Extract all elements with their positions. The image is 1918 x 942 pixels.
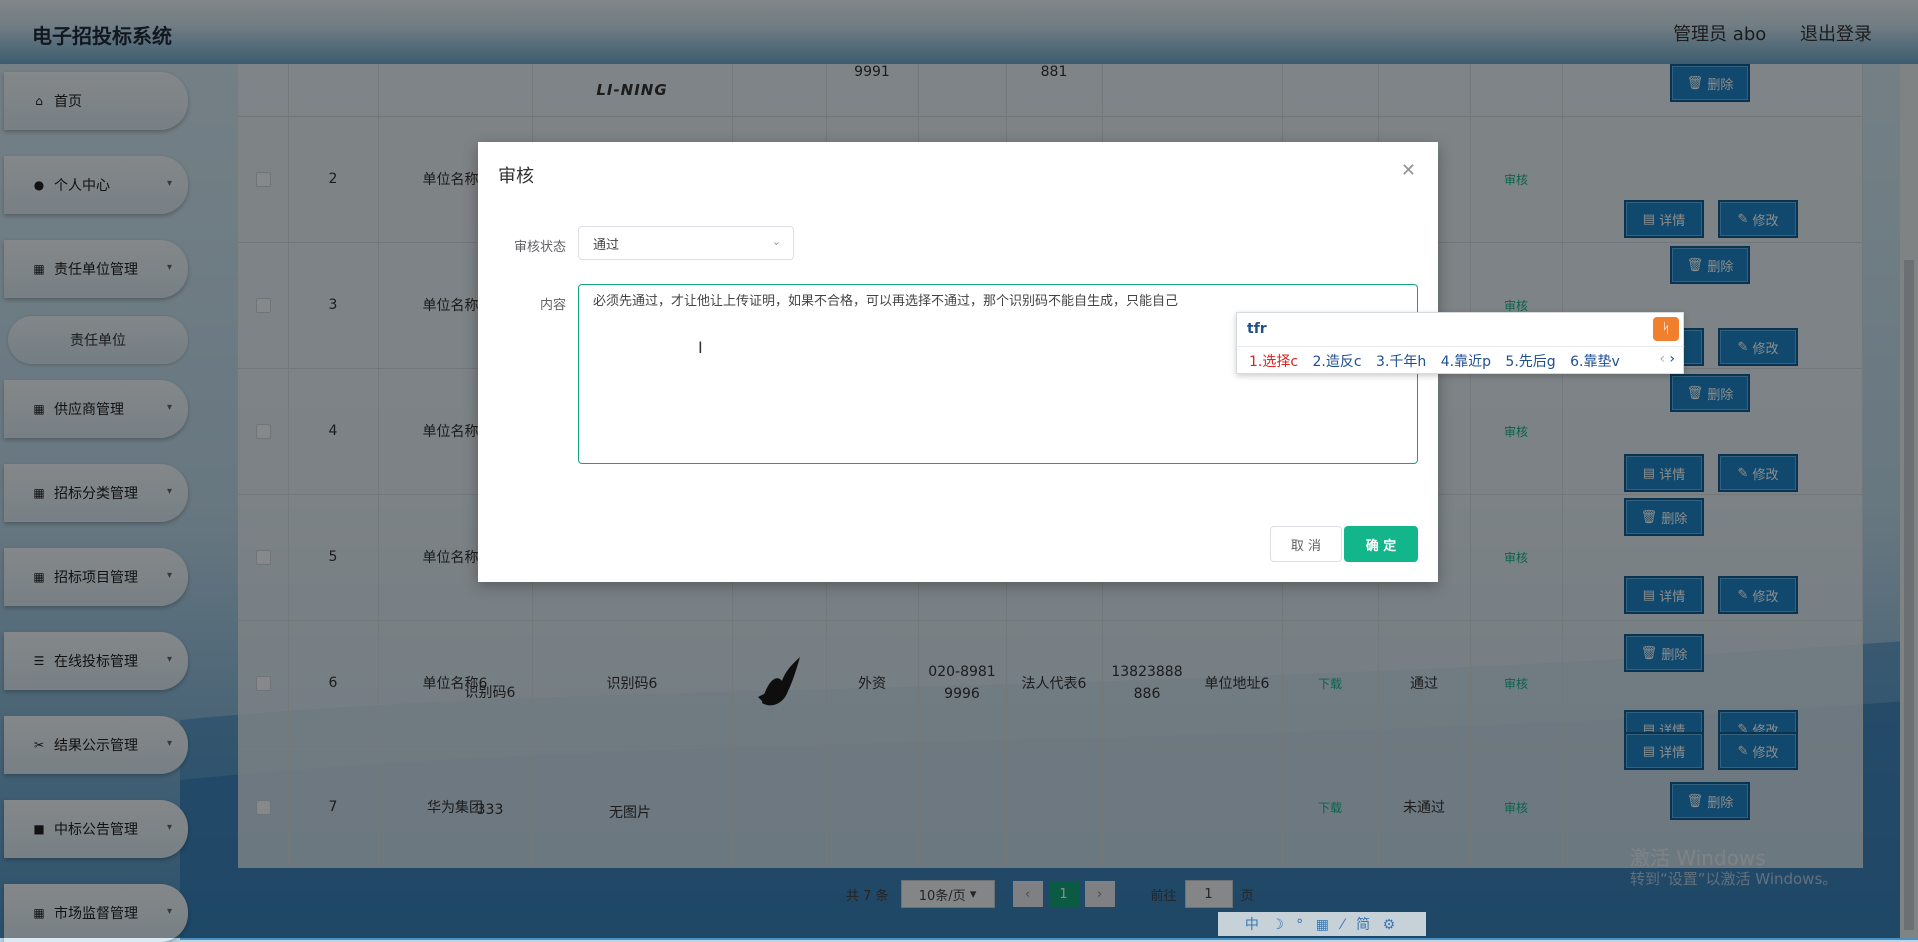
ime-toolbar[interactable]: 中 ☽ ° ▦ ⁄ 简 ⚙ [1218,912,1426,936]
content-label: 内容 [539,298,566,313]
ime-page-arrows[interactable]: ‹ › [1659,351,1675,367]
ime-candidate-popup: tfr ᛋ 1.选择c 2.造反c 3.千年h 4.靠近p 5.先后g 6.靠垫… [1236,312,1684,374]
ime-candidate[interactable]: 2.造反c [1313,354,1362,370]
chevron-left-icon[interactable]: ‹ [1659,351,1665,367]
confirm-button[interactable]: 确 定 [1344,526,1418,562]
content-textarea[interactable]: 必须先通过，才让他让上传证明，如果不合格，可以再选择不通过，那个识别码不能自生成… [578,284,1418,464]
ime-candidate[interactable]: 3.千年h [1376,354,1426,370]
ime-candidate-list: 1.选择c 2.造反c 3.千年h 4.靠近p 5.先后g 6.靠垫v [1249,351,1630,371]
status-label: 审核状态 [513,240,566,255]
audit-status-select[interactable]: 通过 ⌄ [578,226,794,260]
ime-logo-icon: ᛋ [1653,317,1679,341]
ime-candidate[interactable]: 5.先后g [1505,354,1555,370]
ime-candidate[interactable]: 6.靠垫v [1570,354,1620,370]
chevron-down-icon: ⌄ [771,235,781,248]
ime-candidate[interactable]: 1.选择c [1249,354,1298,370]
ime-divider [1237,346,1683,347]
ime-candidate[interactable]: 4.靠近p [1441,354,1491,370]
text-cursor-icon: I [698,338,703,357]
ime-composition-text: tfr [1247,321,1267,337]
dialog-title: 审核 [498,166,534,187]
cancel-button[interactable]: 取 消 [1270,526,1342,562]
chevron-right-icon[interactable]: › [1669,351,1675,367]
close-icon[interactable]: ✕ [1401,160,1416,181]
